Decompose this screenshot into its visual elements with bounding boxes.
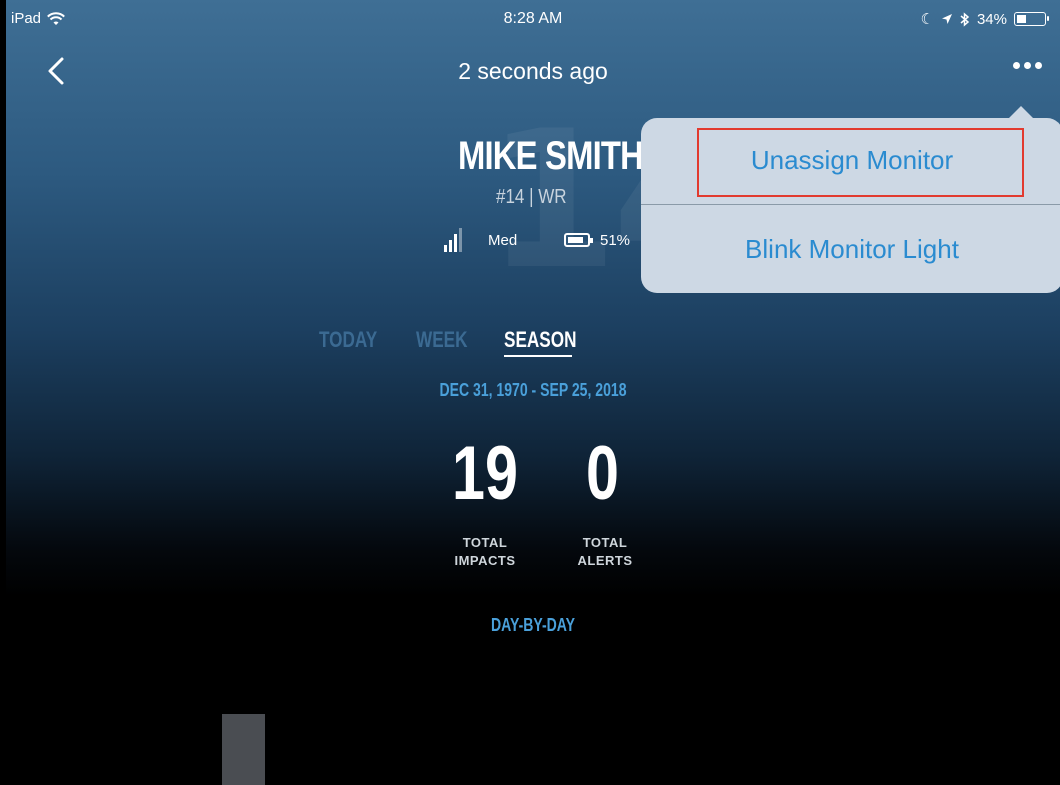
blink-monitor-light-menu-item[interactable]: Blink Monitor Light — [641, 234, 1060, 265]
total-alerts-label-line2: ALERTS — [577, 553, 633, 568]
highlight-box — [697, 128, 1024, 197]
day-by-day-heading: DAY-BY-DAY — [490, 615, 576, 635]
nav-title: 2 seconds ago — [458, 58, 608, 84]
player-number-position: #14 | WR — [496, 186, 567, 208]
app-screen: iPad 8:28 AM ☾ 34% 2 seconds ago 14 MIKE… — [6, 0, 1060, 785]
battery-icon — [1014, 12, 1049, 26]
total-impacts-label-line2: IMPACTS — [454, 553, 516, 568]
status-time: 8:28 AM — [503, 10, 563, 27]
player-name: MIKE SMITH — [458, 134, 644, 178]
tab-week[interactable]: WEEK — [416, 327, 467, 353]
options-popup: Unassign Monitor Blink Monitor Light — [641, 106, 1060, 293]
monitor-battery-label: 51% — [600, 232, 631, 249]
tab-season-underline — [504, 355, 572, 357]
monitor-battery-icon — [564, 233, 593, 247]
more-options-icon[interactable] — [1013, 62, 1042, 69]
total-alerts-value: 0 — [586, 431, 619, 516]
moon-icon: ☾ — [920, 11, 934, 28]
bluetooth-icon — [960, 11, 970, 27]
tab-today[interactable]: TODAY — [319, 327, 377, 353]
total-alerts-label: TOTAL ALERTS — [560, 534, 650, 570]
total-alerts-label-line1: TOTAL — [582, 535, 628, 550]
signal-label: Med — [488, 232, 518, 249]
total-impacts-label-line1: TOTAL — [462, 535, 508, 550]
total-impacts-label: TOTAL IMPACTS — [440, 534, 530, 570]
total-impacts-value: 19 — [452, 431, 518, 516]
tab-season[interactable]: SEASON — [504, 327, 576, 353]
menu-divider — [641, 204, 1060, 205]
day-bar[interactable] — [222, 714, 265, 785]
signal-strength-icon — [444, 228, 462, 252]
location-icon — [941, 14, 952, 24]
status-bar: iPad 8:28 AM ☾ 34% — [6, 0, 1060, 40]
status-right: ☾ 34% — [920, 10, 1049, 28]
date-range: DEC 31, 1970 - SEP 25, 2018 — [439, 380, 627, 400]
battery-percent: 34% — [976, 10, 1007, 28]
